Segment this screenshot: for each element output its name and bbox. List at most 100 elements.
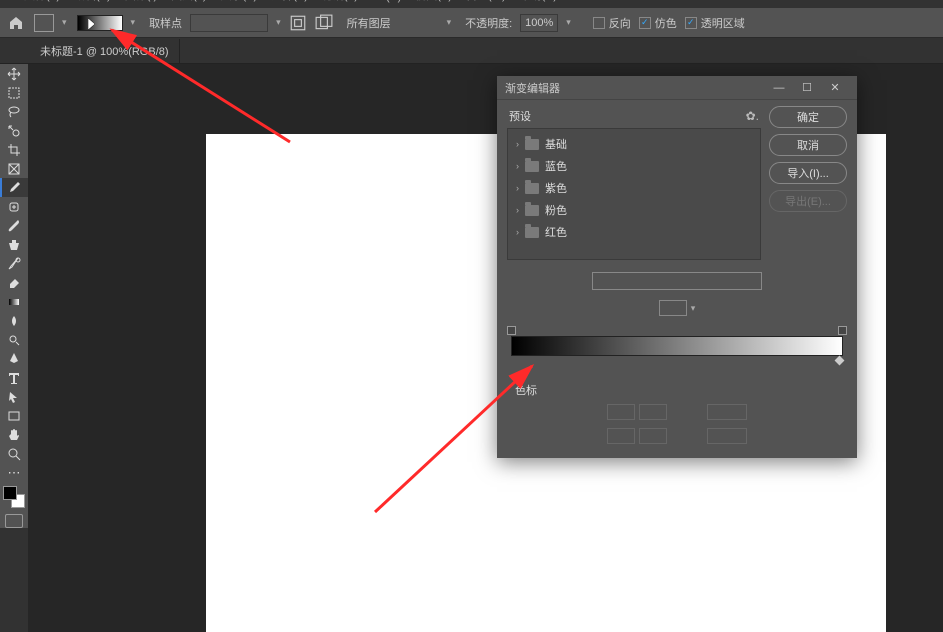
preset-folder[interactable]: ›紫色	[512, 177, 756, 199]
dialog-titlebar[interactable]: 渐变编辑器 — ☐ ✕	[497, 76, 857, 100]
chevron-down-icon[interactable]: ▾	[276, 17, 281, 28]
color-stops-row[interactable]	[511, 356, 843, 366]
gradient-tool-icon[interactable]	[34, 14, 54, 32]
pen-tool[interactable]	[0, 349, 28, 368]
zoom-tool[interactable]	[0, 444, 28, 463]
stop-input[interactable]	[707, 404, 747, 420]
chevron-right-icon: ›	[516, 161, 519, 171]
menu-layer[interactable]: 图层(L)	[171, 0, 206, 3]
minimize-icon[interactable]: —	[765, 78, 793, 98]
home-icon[interactable]	[8, 15, 24, 31]
presets-list[interactable]: › 基础 › 蓝色 ›紫色 › 粉色 ›红色	[507, 128, 761, 260]
shape-tool[interactable]	[0, 406, 28, 425]
stop-input[interactable]	[707, 428, 747, 444]
export-button[interactable]: 导出(E)...	[769, 190, 847, 212]
opacity-stop[interactable]	[838, 326, 847, 335]
eyedropper-tool[interactable]	[0, 178, 28, 197]
menubar: 文件(F) 编辑(E) 图像(I) 图层(L) 文字(Y) 选择(S) 滤镜(T…	[0, 0, 943, 8]
menu-type[interactable]: 文字(Y)	[221, 0, 258, 3]
color-stop-handle[interactable]	[835, 356, 845, 366]
toolbar-more[interactable]: ⋯	[0, 463, 28, 482]
opacity-label: 不透明度:	[465, 15, 512, 31]
hand-tool[interactable]	[0, 425, 28, 444]
gradient-preview[interactable]	[77, 15, 123, 31]
reverse-label: 反向	[609, 15, 631, 31]
stop-input[interactable]	[639, 428, 667, 444]
chevron-right-icon: ›	[516, 205, 519, 215]
menu-image[interactable]: 图像(I)	[125, 0, 157, 3]
color-swatches[interactable]	[3, 486, 25, 508]
sample-overlay-icon[interactable]	[315, 14, 333, 32]
document-tab[interactable]: 未标题-1 @ 100%(RGB/8)	[30, 39, 180, 63]
frame-tool[interactable]	[0, 159, 28, 178]
close-icon[interactable]: ✕	[821, 78, 849, 98]
menu-select[interactable]: 选择(S)	[271, 0, 308, 3]
preset-folder[interactable]: › 粉色	[512, 199, 756, 221]
menu-file[interactable]: 文件(F)	[24, 0, 60, 3]
quick-mask-icon[interactable]	[5, 514, 23, 528]
path-select-tool[interactable]	[0, 387, 28, 406]
presets-label: 预设	[509, 108, 531, 124]
dither-checkbox[interactable]: ✓仿色	[639, 15, 677, 31]
chevron-down-icon[interactable]: ▾	[131, 17, 136, 28]
menu-help[interactable]: 帮助(H)	[520, 0, 557, 3]
menu-filter[interactable]: 滤镜(T)	[322, 0, 358, 3]
gradient-name-field[interactable]	[592, 272, 762, 290]
foreground-color[interactable]	[3, 486, 17, 500]
quick-select-tool[interactable]	[0, 121, 28, 140]
gradient-editor-dialog: 渐变编辑器 — ☐ ✕ 预设 ✿. › 基础 › 蓝色 ›紫色 › 粉色 ›红色 确定…	[497, 76, 857, 458]
preset-name: 基础	[545, 136, 567, 152]
preset-name: 粉色	[545, 202, 567, 218]
sample-size-icon[interactable]	[289, 14, 307, 32]
gradient-bar[interactable]	[511, 336, 843, 356]
dither-label: 仿色	[655, 15, 677, 31]
menu-view[interactable]: 视图(V)	[415, 0, 452, 3]
menu-3d[interactable]: 3D(D)	[372, 0, 401, 3]
menu-window[interactable]: 窗口(W)	[466, 0, 506, 3]
gradient-tool[interactable]	[0, 292, 28, 311]
dodge-tool[interactable]	[0, 330, 28, 349]
sample-dropdown[interactable]	[190, 14, 268, 32]
import-button[interactable]: 导入(I)...	[769, 162, 847, 184]
preset-folder[interactable]: › 蓝色	[512, 155, 756, 177]
chevron-right-icon: ›	[516, 139, 519, 149]
preset-folder[interactable]: ›红色	[512, 221, 756, 243]
maximize-icon[interactable]: ☐	[793, 78, 821, 98]
type-tool[interactable]	[0, 368, 28, 387]
opacity-value[interactable]: 100%	[520, 14, 558, 32]
toolbox: ⋯	[0, 64, 28, 528]
clone-tool[interactable]	[0, 235, 28, 254]
folder-icon	[525, 139, 539, 150]
opacity-stops-row[interactable]	[511, 326, 843, 336]
marquee-tool[interactable]	[0, 83, 28, 102]
gear-icon[interactable]: ✿.	[746, 109, 759, 123]
eraser-tool[interactable]	[0, 273, 28, 292]
option-bar: ▾ ▾ 取样点 ▾ 所有图层 ▾ 不透明度: 100% ▾ 反向 ✓仿色 ✓透明…	[0, 8, 943, 38]
blur-tool[interactable]	[0, 311, 28, 330]
smoothness-field[interactable]	[659, 300, 687, 316]
transparency-label: 透明区域	[701, 15, 745, 31]
ok-button[interactable]: 确定	[769, 106, 847, 128]
opacity-stop[interactable]	[507, 326, 516, 335]
stop-input[interactable]	[607, 428, 635, 444]
menu-edit[interactable]: 编辑(E)	[74, 0, 111, 3]
brush-tool[interactable]	[0, 216, 28, 235]
chevron-down-icon[interactable]: ▾	[447, 17, 452, 28]
chevron-down-icon[interactable]: ▾	[566, 17, 571, 28]
move-tool[interactable]	[0, 64, 28, 83]
healing-tool[interactable]	[0, 197, 28, 216]
crop-tool[interactable]	[0, 140, 28, 159]
stops-label: 色标	[497, 376, 857, 404]
folder-icon	[525, 183, 539, 194]
history-brush-tool[interactable]	[0, 254, 28, 273]
stop-input[interactable]	[607, 404, 635, 420]
stop-input[interactable]	[639, 404, 667, 420]
cancel-button[interactable]: 取消	[769, 134, 847, 156]
transparency-checkbox[interactable]: ✓透明区域	[685, 15, 745, 31]
preset-name: 蓝色	[545, 158, 567, 174]
preset-folder[interactable]: › 基础	[512, 133, 756, 155]
lasso-tool[interactable]	[0, 102, 28, 121]
reverse-checkbox[interactable]: 反向	[593, 15, 631, 31]
chevron-down-icon[interactable]: ▾	[691, 303, 696, 314]
chevron-down-icon[interactable]: ▾	[62, 17, 67, 28]
